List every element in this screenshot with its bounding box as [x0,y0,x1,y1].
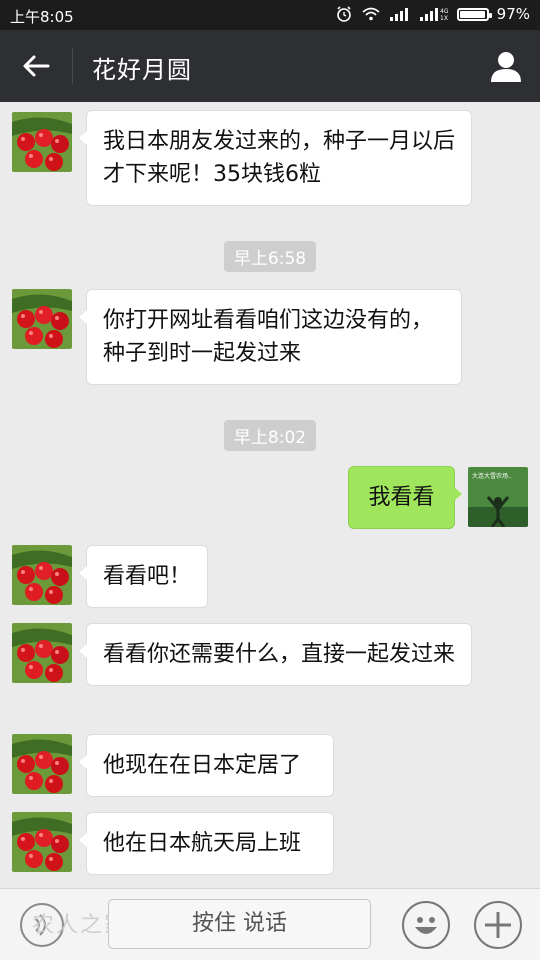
message-bubble[interactable]: 我日本朋友发过来的，种子一月以后才下来呢！35块钱6粒 [79,110,472,206]
status-time: 上午8:05 [10,8,74,26]
chat-info-button[interactable] [486,46,526,86]
cherry-avatar-image [12,545,72,605]
my-avatar[interactable]: 大连大雪农场.. [468,467,528,527]
svg-text:4G: 4G [440,8,449,15]
smiley-icon [415,917,437,934]
emoji-button[interactable] [402,901,450,949]
chat-title: 花好月圆 [92,56,192,84]
chat-header: 花好月圆 [0,30,540,102]
plus-icon [485,912,511,938]
contact-avatar[interactable] [12,812,72,872]
svg-text:1X: 1X [440,15,448,22]
contact-avatar[interactable] [12,289,72,349]
back-button[interactable] [14,48,58,84]
message-bubble[interactable]: 他在日本航天局上班 [79,812,334,875]
cherry-avatar-image [12,112,72,172]
input-bar: 农人之家 按住 说话 [0,888,540,960]
message-bubble[interactable]: 看看吧！ [79,545,208,608]
alarm-icon [336,6,351,22]
message-bubble[interactable]: 看看你还需要什么，直接一起发过来 [79,623,472,686]
hold-to-talk-button[interactable]: 按住 说话 [108,899,371,949]
message-list[interactable]: 我日本朋友发过来的，种子一月以后才下来呢！35块钱6粒 早上6:58 你打开网址… [0,102,540,888]
message-bubble[interactable]: 他现在在日本定居了 [79,734,334,797]
message-timestamp: 早上6:58 [223,241,317,272]
signal-4g-icon: 4G1X [419,8,449,22]
contact-avatar[interactable] [12,623,72,683]
cherry-avatar-image [12,812,72,872]
cherry-avatar-image [12,623,72,683]
cherry-avatar-image [12,289,72,349]
battery-percent: 97% [496,5,530,23]
my-avatar-caption: 大连大雪农场.. [472,473,512,480]
contact-avatar[interactable] [12,545,72,605]
message-bubble[interactable]: 你打开网址看看咱们这边没有的，种子到时一起发过来 [79,289,462,385]
cherry-avatar-image [12,734,72,794]
title-divider [72,48,73,84]
signal-icon [389,8,408,21]
back-arrow-icon [23,55,50,77]
wifi-icon [362,7,380,21]
status-bar: 上午8:05 4G 1X 97% [0,0,540,30]
contact-avatar[interactable] [12,734,72,794]
message-timestamp: 早上8:02 [223,420,317,451]
battery-icon [456,7,492,21]
more-options-button[interactable] [474,901,522,949]
contact-avatar[interactable] [12,112,72,172]
person-icon [491,52,521,82]
my-message-bubble[interactable]: 我看看 [348,466,462,529]
status-icons: 4G 1X 97% [335,5,530,23]
